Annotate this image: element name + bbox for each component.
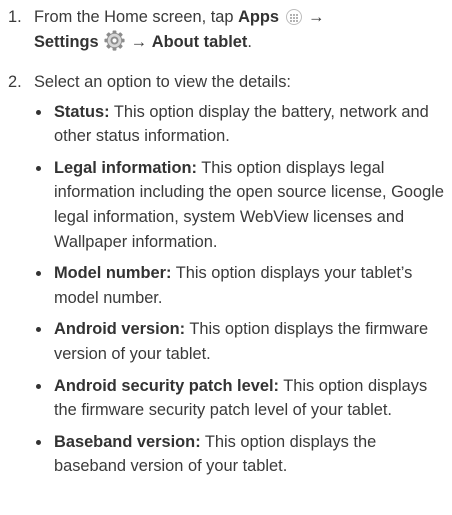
option-list: Status: This option display the battery,… [34,100,446,479]
step-2-intro: Select an option to view the details: [34,73,291,91]
arrow-icon: → [130,32,148,51]
option-description: This option display the battery, network… [54,102,429,146]
step-2-text: Select an option to view the details: St… [34,70,446,479]
option-title: Status: [54,102,110,121]
list-item: Status: This option display the battery,… [34,100,446,149]
apps-label: Apps [238,8,280,26]
about-tablet-label: About tablet [151,32,248,51]
list-item: Model number: This option displays your … [34,261,446,310]
step-number: 1. [8,8,22,26]
list-item: Android version: This option displays th… [34,317,446,366]
settings-gear-icon [104,30,125,51]
option-title: Baseband version: [54,432,201,451]
step-2: 2. Select an option to view the details:… [0,70,446,486]
step-1: 1. From the Home screen, tap Apps → Sett… [0,5,446,54]
step-1-text: From the Home screen, tap Apps → Setting… [34,5,446,54]
step-1-end: . [247,32,252,51]
option-title: Android version: [54,320,186,339]
option-title: Android security patch level: [54,376,279,395]
instruction-page: 1. From the Home screen, tap Apps → Sett… [0,0,452,515]
arrow-icon: → [308,8,325,26]
list-item: Legal information: This option displays … [34,156,446,254]
settings-label: Settings [34,32,99,51]
list-item: Android security patch level: This optio… [34,374,446,423]
option-title: Model number: [54,264,172,283]
list-item: Baseband version: This option displays t… [34,430,446,479]
apps-grid-icon [285,9,302,25]
step-1-lead: From the Home screen, tap [34,8,239,26]
step-number: 2. [8,73,22,91]
option-title: Legal information: [54,158,197,177]
